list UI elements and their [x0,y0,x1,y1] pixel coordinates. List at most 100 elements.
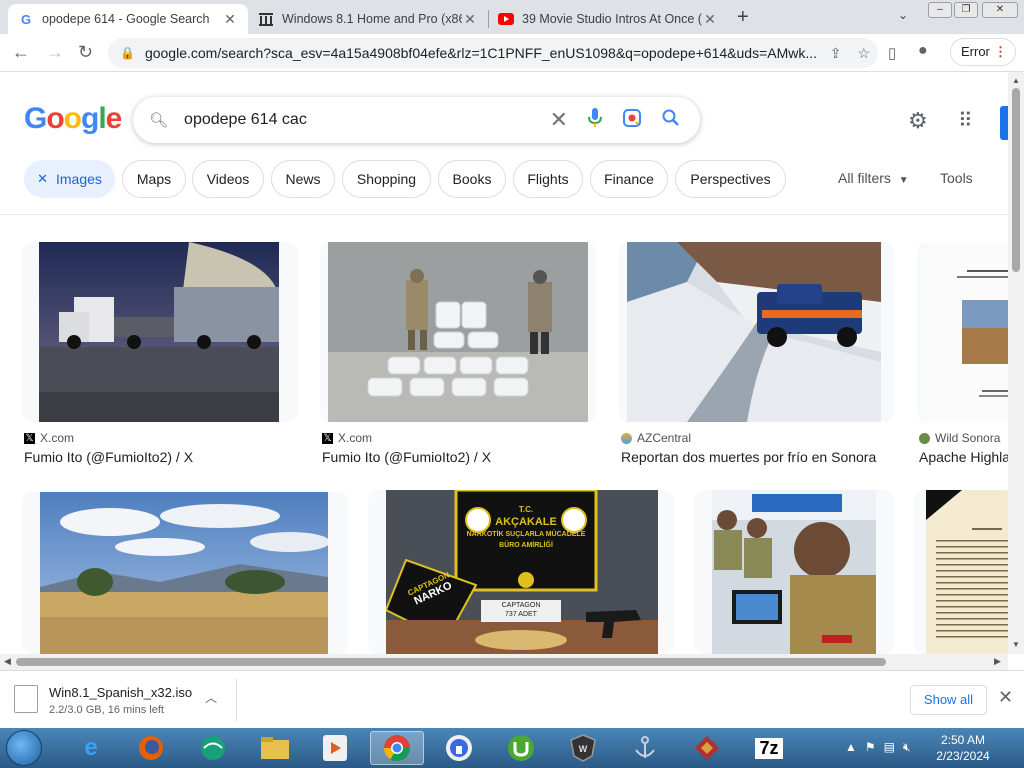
profile-avatar-icon[interactable]: ● [918,42,928,60]
utorrent-icon[interactable] [494,731,548,765]
result-source[interactable]: 𝕏 X.com [322,431,372,445]
chip-perspectives[interactable]: Perspectives [675,160,786,198]
image-thumbnail-frame[interactable] [914,490,1008,654]
taskbar-clock[interactable]: 2:50 AM 2/23/2024 [928,732,998,764]
chip-news[interactable]: News [271,160,335,198]
close-window-button[interactable]: ✕ [982,2,1018,18]
volume-muted-icon[interactable]: 🔇︎ [903,740,919,754]
image-thumbnail-frame[interactable] [22,242,298,422]
narcotics-poster-image[interactable]: T.C. AKÇAKALE NARKOTİK SUÇLARLA MÜCADELE… [386,490,658,654]
maximize-button[interactable]: ❐ [954,2,978,18]
show-all-button[interactable]: Show all [910,685,987,715]
clear-search-icon[interactable]: ✕ [550,107,568,133]
result-source[interactable]: AZCentral [621,431,691,445]
snowy-road-image[interactable] [627,242,881,422]
truck-image[interactable] [39,242,279,422]
result-source[interactable]: 𝕏 X.com [24,431,74,445]
start-button[interactable] [6,730,42,766]
download-filename[interactable]: Win8.1_Spanish_x32.iso [49,685,192,700]
seizure-image[interactable] [328,242,588,422]
result-title[interactable]: Fumio Ito (@FumioIto2) / X [322,449,594,465]
media-player-icon[interactable] [308,731,362,765]
share-icon[interactable]: ⇪ [830,45,842,62]
error-button[interactable]: Error ⋮ [950,38,1016,66]
network-icon[interactable]: ▤ [884,740,903,754]
result-title[interactable]: Fumio Ito (@FumioIto2) / X [24,449,296,465]
chip-books[interactable]: Books [438,160,506,198]
file-explorer-icon[interactable] [248,731,302,765]
image-thumbnail-frame[interactable] [320,242,596,422]
world-of-tanks-icon[interactable]: W [556,731,610,765]
voice-search-icon[interactable] [588,107,602,133]
scroll-down-arrow-icon[interactable]: ▼ [1012,640,1020,649]
firefox-icon[interactable] [124,731,178,765]
chip-images[interactable]: ✕ Images [24,160,115,198]
back-icon[interactable]: ← [12,42,30,63]
forward-icon[interactable]: → [46,42,64,63]
grassland-image[interactable] [40,492,328,654]
close-tab-icon[interactable]: ✕ [462,11,478,28]
lock-icon[interactable]: 🔒 [120,46,135,60]
new-tab-button[interactable]: + [737,6,749,29]
classroom-image[interactable] [712,490,876,654]
minimize-button[interactable]: ‒ [928,2,952,18]
chip-maps[interactable]: Maps [122,160,186,198]
vertical-scrollbar[interactable]: ▲ ▼ [1008,72,1024,654]
tab-search-chevron-icon[interactable]: ⌄ [898,8,908,22]
flag-icon[interactable]: ⚑ [865,740,884,754]
search-box[interactable]: 🔍︎ opodepe 614 cac ✕ [133,97,700,143]
url-text[interactable]: google.com/search?sca_esv=4a15a4908bf04e… [145,45,822,61]
close-download-bar-icon[interactable]: ✕ [998,687,1013,708]
file-icon[interactable] [14,685,38,713]
world-of-warships-icon[interactable] [618,731,672,765]
vertical-scroll-thumb[interactable] [1012,88,1020,272]
close-tab-icon[interactable]: ✕ [222,11,238,28]
scroll-up-arrow-icon[interactable]: ▲ [1012,76,1020,85]
scroll-right-arrow-icon[interactable]: ▶ [994,656,1001,667]
tab-google-search[interactable]: G opodepe 614 - Google Search ✕ [8,4,248,34]
book-page-image[interactable] [926,490,1008,654]
tools-button[interactable]: Tools [940,170,973,186]
chip-videos[interactable]: Videos [192,160,264,198]
google-logo[interactable]: Google [24,102,122,136]
lens-search-icon[interactable] [622,108,642,133]
result-title[interactable]: Reportan dos muertes por frío en Sonora [621,449,893,465]
image-thumbnail-frame[interactable] [22,492,348,654]
sign-in-button[interactable] [1000,106,1008,140]
all-filters-button[interactable]: All filters ▼ [838,170,909,186]
settings-gear-icon[interactable]: ⚙ [908,108,928,134]
image-thumbnail-frame[interactable] [694,490,894,654]
7zip-app-button[interactable]: 7z [742,731,796,765]
image-thumbnail-frame[interactable] [917,242,1008,422]
close-tab-icon[interactable]: ✕ [702,11,718,28]
reload-icon[interactable]: ↻ [78,42,93,63]
side-panel-icon[interactable]: ▯ [888,44,896,62]
result-source[interactable]: Wild Sonora [919,431,1000,445]
scroll-left-arrow-icon[interactable]: ◀ [4,656,11,667]
address-bar[interactable]: 🔒 google.com/search?sca_esv=4a15a4908bf0… [108,38,878,68]
document-image[interactable] [927,242,1008,422]
tab-youtube[interactable]: 39 Movie Studio Intros At Once ( ✕ [488,4,728,34]
download-options-chevron-icon[interactable]: ︿ [205,689,217,706]
chrome-icon[interactable] [370,731,424,765]
chip-shopping[interactable]: Shopping [342,160,431,198]
tab-windows-archive[interactable]: Windows 8.1 Home and Pro (x86 ✕ [248,4,488,34]
poster-line: BÜRO AMİRLİĞİ [499,542,553,549]
vpn-app-icon[interactable] [432,731,486,765]
image-thumbnail-frame[interactable]: T.C. AKÇAKALE NARKOTİK SUÇLARLA MÜCADELE… [368,490,674,654]
horizontal-scrollbar[interactable]: ◀ ▶ [0,654,1008,670]
google-apps-icon[interactable]: ⠿ [958,108,973,133]
browser-globe-icon[interactable] [186,731,240,765]
image-thumbnail-frame[interactable] [619,242,895,422]
result-title[interactable]: Apache Highla [919,449,1008,465]
search-submit-icon[interactable] [662,109,680,132]
search-input[interactable]: opodepe 614 cac [184,111,550,129]
chip-finance[interactable]: Finance [590,160,668,198]
system-tray[interactable]: ▲⚑▤🔇︎ [845,740,919,755]
game-emblem-icon[interactable] [680,731,734,765]
chip-flights[interactable]: Flights [513,160,583,198]
internet-explorer-icon[interactable]: e [64,731,118,765]
show-hidden-icons-icon[interactable]: ▲ [845,740,865,754]
horizontal-scroll-thumb[interactable] [16,658,886,666]
bookmark-star-icon[interactable]: ☆ [857,45,870,62]
